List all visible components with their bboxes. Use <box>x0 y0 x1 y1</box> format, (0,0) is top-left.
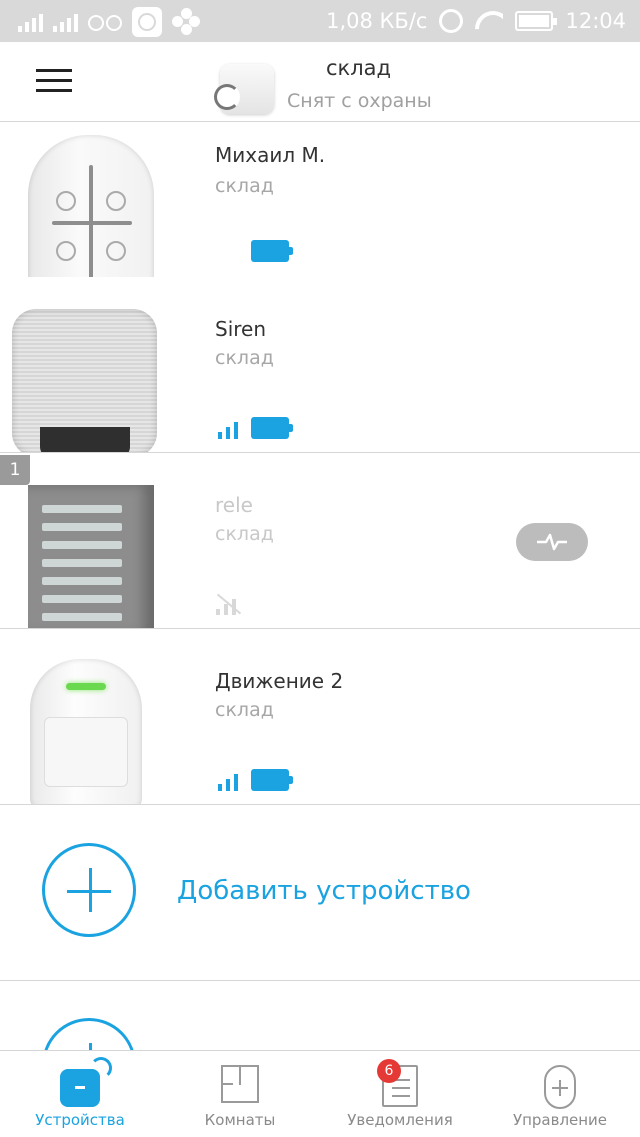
signal-strength-icon <box>218 419 238 439</box>
motion-detector-image <box>30 659 142 804</box>
app-header: склад Снят с охраны <box>0 42 640 122</box>
device-row-relay[interactable]: 1 rele склад <box>0 453 640 629</box>
device-name: rele <box>215 493 253 517</box>
battery-icon <box>515 11 558 31</box>
cell-signal-2-icon <box>53 12 78 32</box>
voicemail-icon <box>88 15 122 31</box>
mi-app-icon <box>132 7 162 37</box>
add-row-partial[interactable] <box>0 982 640 1050</box>
status-bar-left <box>18 7 200 37</box>
device-room: склад <box>215 523 274 545</box>
tab-label: Комнаты <box>204 1111 276 1129</box>
hub-arm-status: Снят с охраны <box>287 90 432 112</box>
battery-icon <box>251 417 293 439</box>
device-room: склад <box>215 699 274 721</box>
no-signal-icon <box>216 595 242 615</box>
relay-pulse-button[interactable] <box>516 523 588 561</box>
device-row-keyfob[interactable]: Михаил М. склад <box>0 123 640 299</box>
wifi-icon <box>475 11 503 31</box>
status-bar: 1,08 КБ/с 12:04 <box>0 0 640 42</box>
tab-label: Уведомления <box>347 1111 453 1129</box>
devices-icon <box>60 1069 100 1107</box>
add-device-plus-icon[interactable] <box>42 843 136 937</box>
pulse-icon <box>537 533 567 551</box>
status-bar-right: 1,08 КБ/с 12:04 <box>326 6 626 36</box>
hub-name[interactable]: склад <box>326 56 391 80</box>
clock: 12:04 <box>565 9 626 33</box>
keyfob-image <box>28 135 154 298</box>
cell-signal-icon <box>18 12 43 32</box>
network-speed: 1,08 КБ/с <box>326 9 428 33</box>
add-plus-icon[interactable] <box>42 1018 136 1050</box>
device-row-motion[interactable]: Движение 2 склад <box>0 629 640 805</box>
tab-label: Управление <box>512 1111 608 1129</box>
relay-image <box>28 485 154 628</box>
hub-selector[interactable] <box>214 60 276 114</box>
add-device-row[interactable]: Добавить устройство <box>0 806 640 981</box>
loading-spinner-icon <box>214 84 240 110</box>
tab-label: Устройства <box>35 1111 125 1129</box>
device-name: Siren <box>215 317 267 341</box>
menu-icon[interactable] <box>36 69 72 95</box>
device-name: Движение 2 <box>215 669 344 693</box>
battery-icon <box>251 769 293 791</box>
tab-rooms[interactable]: Комнаты <box>160 1051 320 1137</box>
device-room: склад <box>215 347 274 369</box>
alarm-icon <box>439 9 464 33</box>
rooms-icon <box>221 1065 259 1103</box>
tab-notifications[interactable]: 6 Уведомления <box>320 1051 480 1137</box>
siren-base <box>40 427 130 452</box>
app-notification-icon <box>172 8 200 36</box>
add-device-label[interactable]: Добавить устройство <box>177 876 471 906</box>
device-room: склад <box>215 175 274 197</box>
tab-devices[interactable]: Устройства <box>0 1051 160 1137</box>
slot-badge: 1 <box>0 455 30 485</box>
battery-icon <box>251 240 293 262</box>
tab-control[interactable]: Управление <box>480 1051 640 1137</box>
device-name: Михаил М. <box>215 143 326 167</box>
signal-strength-icon <box>218 771 238 791</box>
notification-count-badge: 6 <box>377 1059 401 1083</box>
device-row-siren[interactable]: Siren склад <box>0 277 640 453</box>
control-icon <box>544 1065 576 1109</box>
bottom-nav: Устройства Комнаты 6 Уведомления Управле… <box>0 1050 640 1137</box>
